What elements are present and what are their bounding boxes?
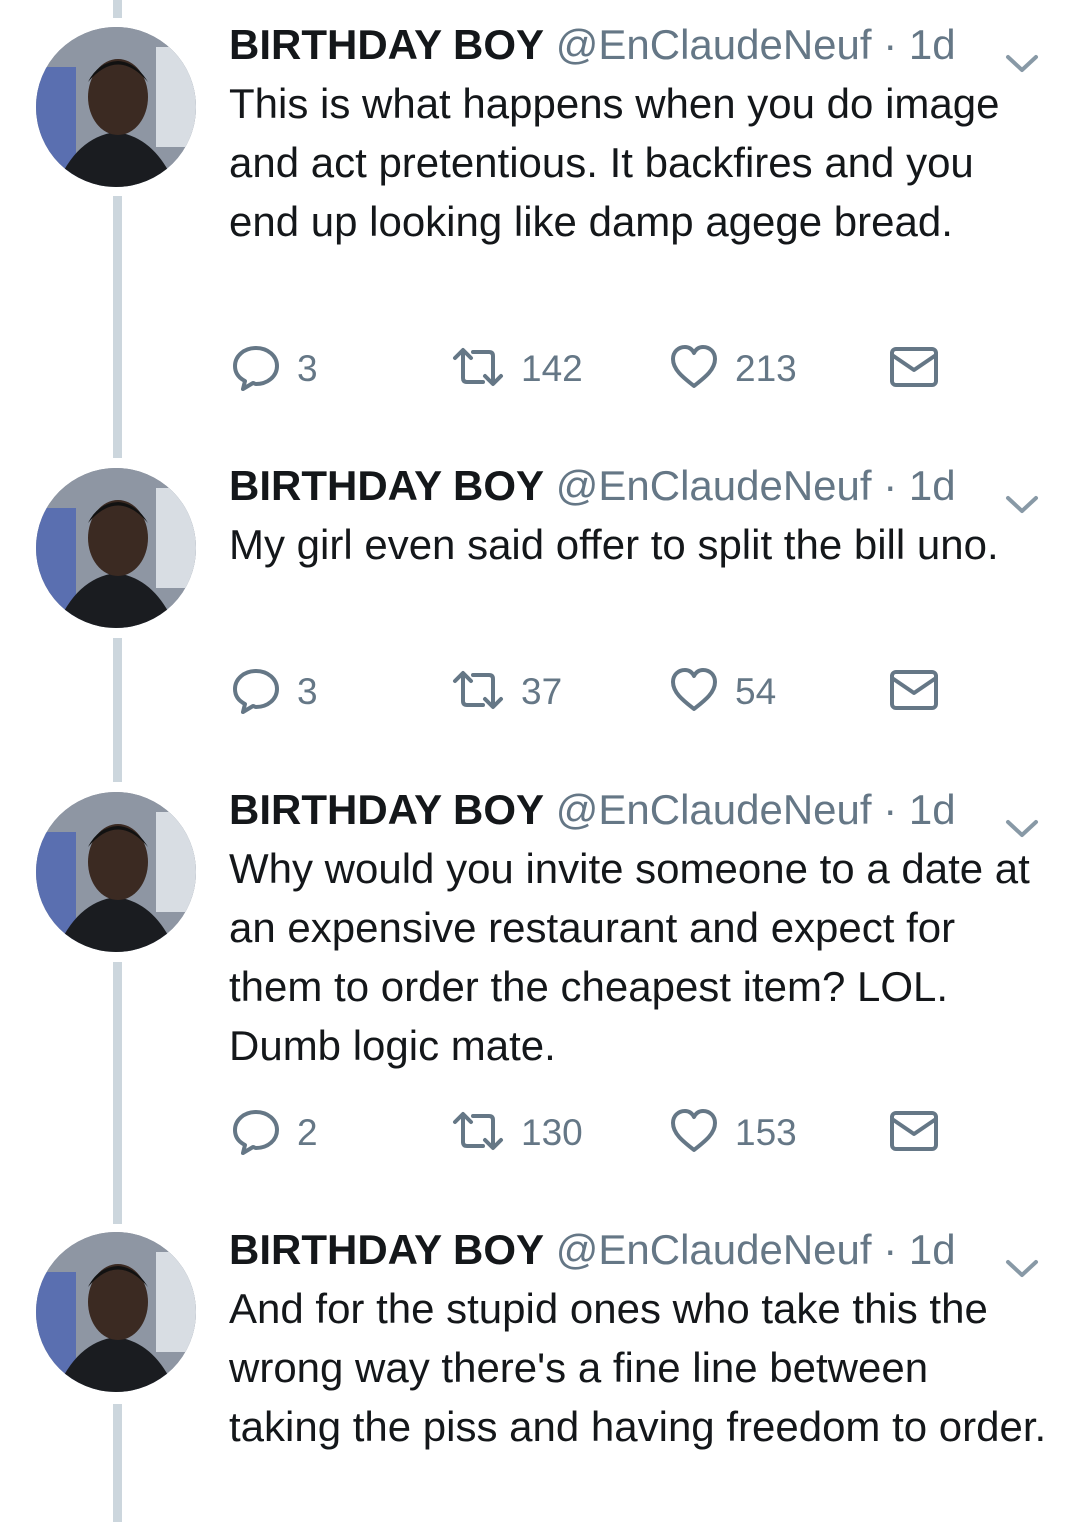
tweet-text: And for the stupid ones who take this th… [229, 1285, 1047, 1450]
tweet-text: Why would you invite someone to a date a… [229, 845, 1030, 1069]
chevron-down-icon[interactable] [1002, 799, 1042, 837]
separator-dot: · [883, 1226, 898, 1273]
user-handle[interactable]: @EnClaudeNeuf [556, 462, 872, 509]
like-icon [669, 1106, 719, 1161]
retweet-count: 130 [521, 1112, 583, 1153]
avatar-image [36, 468, 196, 628]
chevron-down-icon[interactable] [1002, 475, 1042, 513]
separator-dot: · [883, 786, 898, 833]
like-count: 54 [735, 671, 777, 712]
reply-button[interactable]: 2 [231, 1106, 318, 1160]
timestamp[interactable]: 1d [909, 21, 956, 68]
reply-icon [231, 665, 281, 720]
tweet-text: My girl even said offer to split the bil… [229, 521, 999, 568]
reply-count: 3 [297, 671, 318, 712]
tweet[interactable]: BIRTHDAY BOY @EnClaudeNeuf · 1d My girl … [0, 440, 1080, 770]
direct-message-button[interactable] [889, 342, 939, 396]
display-name[interactable]: BIRTHDAY BOY [229, 462, 544, 509]
avatar-image [36, 792, 196, 952]
direct-message-icon [889, 1109, 939, 1158]
retweet-icon [451, 665, 505, 720]
like-icon [669, 342, 719, 397]
tweet-header: BIRTHDAY BOY @EnClaudeNeuf · 1d [229, 459, 1050, 513]
reply-count: 2 [297, 1112, 318, 1153]
like-button[interactable]: 153 [669, 1106, 797, 1160]
tweet[interactable]: BIRTHDAY BOY @EnClaudeNeuf · 1d And for … [0, 1210, 1080, 1522]
tweet-actions: 3 37 54 [229, 665, 989, 719]
separator-dot: · [883, 21, 898, 68]
user-handle[interactable]: @EnClaudeNeuf [556, 21, 872, 68]
reply-count: 3 [297, 348, 318, 389]
separator-dot: · [883, 462, 898, 509]
display-name[interactable]: BIRTHDAY BOY [229, 1226, 544, 1273]
retweet-button[interactable]: 130 [451, 1106, 583, 1160]
display-name[interactable]: BIRTHDAY BOY [229, 786, 544, 833]
reply-icon [231, 342, 281, 397]
user-handle[interactable]: @EnClaudeNeuf [556, 1226, 872, 1273]
avatar-image [36, 1232, 196, 1392]
direct-message-icon [889, 345, 939, 394]
avatar[interactable] [36, 27, 196, 187]
timestamp[interactable]: 1d [909, 462, 956, 509]
direct-message-icon [889, 668, 939, 717]
like-count: 153 [735, 1112, 797, 1153]
user-handle[interactable]: @EnClaudeNeuf [556, 786, 872, 833]
chevron-down-icon[interactable] [1002, 1239, 1042, 1277]
like-count: 213 [735, 348, 797, 389]
like-button[interactable]: 213 [669, 342, 797, 396]
timestamp[interactable]: 1d [909, 786, 956, 833]
retweet-button[interactable]: 142 [451, 342, 583, 396]
tweet-header: BIRTHDAY BOY @EnClaudeNeuf · 1d [229, 1223, 1050, 1277]
avatar[interactable] [36, 468, 196, 628]
tweet[interactable]: BIRTHDAY BOY @EnClaudeNeuf · 1d Why woul… [0, 770, 1080, 1210]
retweet-icon [451, 342, 505, 397]
tweet[interactable]: BIRTHDAY BOY @EnClaudeNeuf · 1d This is … [0, 0, 1080, 440]
avatar[interactable] [36, 1232, 196, 1392]
reply-button[interactable]: 3 [231, 665, 318, 719]
chevron-down-icon[interactable] [1002, 34, 1042, 72]
direct-message-button[interactable] [889, 665, 939, 719]
retweet-icon [451, 1106, 505, 1161]
tweet-actions: 2 130 153 [229, 1106, 989, 1160]
tweet-actions: 3 142 213 [229, 342, 989, 396]
reply-button[interactable]: 3 [231, 342, 318, 396]
timestamp[interactable]: 1d [909, 1226, 956, 1273]
reply-icon [231, 1106, 281, 1161]
avatar[interactable] [36, 792, 196, 952]
retweet-count: 142 [521, 348, 583, 389]
like-icon [669, 665, 719, 720]
avatar-image [36, 27, 196, 187]
like-button[interactable]: 54 [669, 665, 776, 719]
retweet-button[interactable]: 37 [451, 665, 562, 719]
tweet-text: This is what happens when you do image a… [229, 80, 1000, 245]
display-name[interactable]: BIRTHDAY BOY [229, 21, 544, 68]
tweet-header: BIRTHDAY BOY @EnClaudeNeuf · 1d [229, 18, 1050, 72]
direct-message-button[interactable] [889, 1106, 939, 1160]
tweet-header: BIRTHDAY BOY @EnClaudeNeuf · 1d [229, 783, 1050, 837]
retweet-count: 37 [521, 671, 563, 712]
